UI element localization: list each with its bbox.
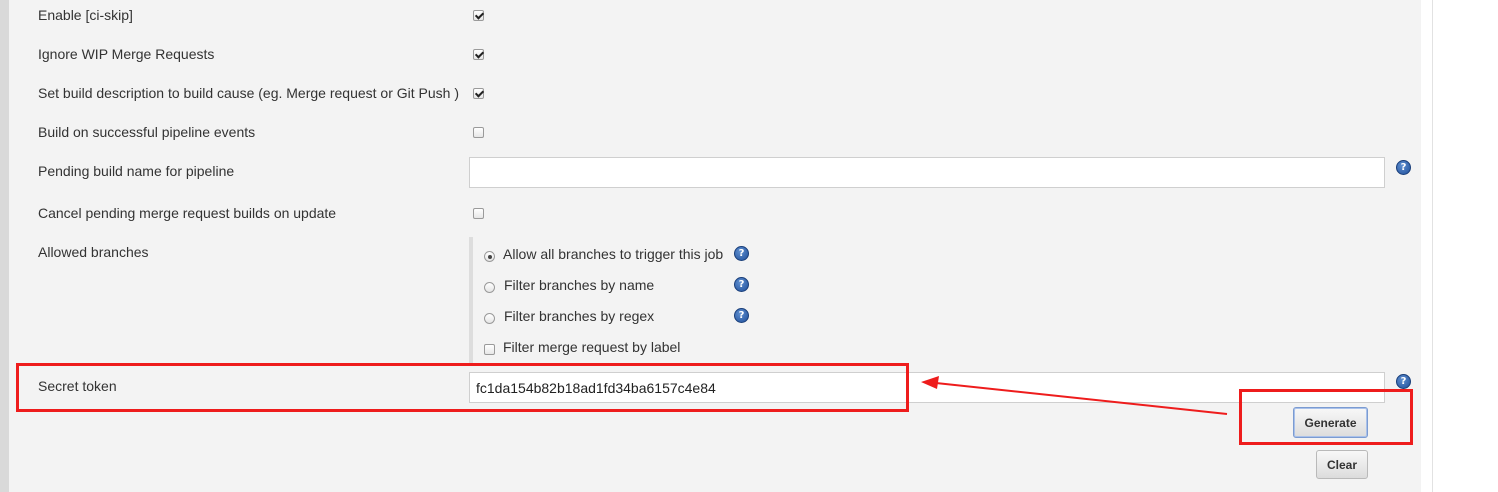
left-border: [0, 0, 9, 492]
pending-build-name-input[interactable]: [469, 157, 1385, 188]
filter-by-label-checkbox[interactable]: [484, 344, 495, 355]
pending-build-name-label: Pending build name for pipeline: [38, 163, 235, 179]
allowed-branches-label: Allowed branches: [38, 244, 149, 260]
build-description-checkbox[interactable]: [473, 88, 484, 99]
allow-all-branches-radio[interactable]: [484, 251, 495, 262]
filter-by-regex-label[interactable]: Filter branches by regex: [504, 308, 654, 324]
ignore-wip-checkbox[interactable]: [473, 49, 484, 60]
filter-by-name-radio[interactable]: [484, 282, 495, 293]
right-border: [1432, 0, 1433, 492]
cancel-pending-label: Cancel pending merge request builds on u…: [38, 205, 337, 221]
cancel-pending-checkbox[interactable]: [473, 208, 484, 219]
filter-by-name-label[interactable]: Filter branches by name: [504, 277, 654, 293]
allow-all-branches-label[interactable]: Allow all branches to trigger this job: [503, 246, 723, 262]
ignore-wip-label: Ignore WIP Merge Requests: [38, 46, 215, 62]
secret-token-input[interactable]: [469, 372, 1385, 403]
build-description-label: Set build description to build cause (eg…: [38, 85, 459, 101]
ci-skip-label: Enable [ci-skip]: [38, 7, 133, 23]
pipeline-events-checkbox[interactable]: [473, 127, 484, 138]
help-icon[interactable]: ?: [734, 277, 749, 292]
secret-token-label: Secret token: [38, 378, 117, 394]
pipeline-events-label: Build on successful pipeline events: [38, 124, 256, 140]
ci-skip-checkbox[interactable]: [473, 10, 484, 21]
help-icon[interactable]: ?: [1396, 374, 1411, 389]
help-icon[interactable]: ?: [734, 308, 749, 323]
filter-by-label-label[interactable]: Filter merge request by label: [503, 339, 680, 355]
config-page: Enable [ci-skip] Ignore WIP Merge Reques…: [0, 0, 1498, 492]
help-icon[interactable]: ?: [1396, 160, 1411, 175]
filter-by-regex-radio[interactable]: [484, 313, 495, 324]
help-icon[interactable]: ?: [734, 246, 749, 261]
clear-button[interactable]: Clear: [1316, 450, 1368, 479]
allowed-branches-group-bar: [469, 237, 473, 363]
generate-button[interactable]: Generate: [1293, 407, 1368, 438]
